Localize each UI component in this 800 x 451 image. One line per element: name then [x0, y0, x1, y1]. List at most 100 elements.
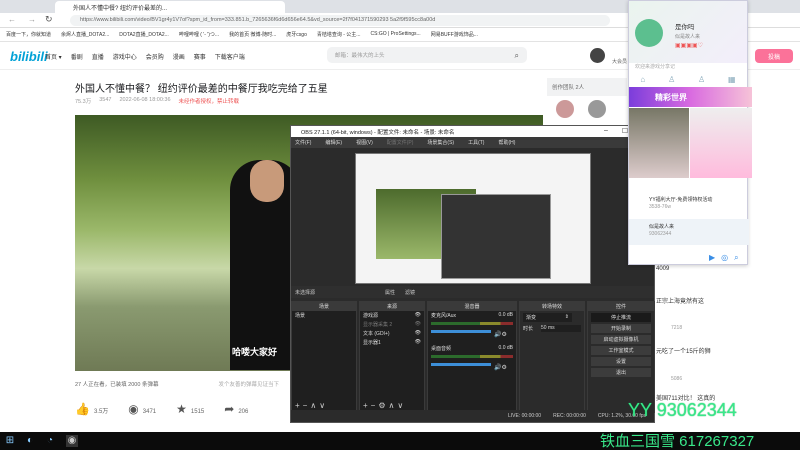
studio-mode-button[interactable]: 工作室模式: [591, 346, 651, 355]
exit-button[interactable]: 退出: [591, 368, 651, 377]
source-item[interactable]: 显示器1 👁: [360, 338, 424, 347]
danmaku-bar: 27 人正在看，已装填 2000 条弹幕 发个友善的弹幕见证当下: [75, 382, 279, 388]
bookmark[interactable]: DOTA2直播_DOTA2...: [119, 31, 169, 38]
avatar[interactable]: [590, 48, 605, 63]
reload-icon[interactable]: ↻: [45, 14, 53, 25]
url-input[interactable]: https://www.bilibili.com/video/BV1gr4y1V…: [70, 15, 610, 26]
nav-item[interactable]: 游戏中心: [113, 52, 137, 61]
thumbs-up-icon: 👍: [75, 402, 90, 416]
menu-item[interactable]: 文件(F): [295, 139, 311, 146]
creator-avatar[interactable]: [588, 100, 606, 118]
qq-nickname: 是你吗: [675, 24, 695, 31]
transition-select[interactable]: 渐变 ⇕: [523, 313, 572, 322]
menu-item[interactable]: 视图(V): [356, 139, 373, 146]
back-icon[interactable]: ←: [8, 15, 16, 24]
forward-icon[interactable]: →: [28, 15, 36, 24]
nav-item[interactable]: 首页 ▾: [45, 52, 62, 61]
publish-date: 2022-06-08 18:00:36: [119, 97, 171, 103]
speaker-icon[interactable]: 🔊⚙: [494, 332, 507, 338]
source-toolbar: 未选择源 属性 滤镜: [291, 286, 654, 298]
comment-text[interactable]: 正宗上海竟然有这: [656, 296, 704, 305]
audio-meter: [431, 322, 513, 325]
minimize-icon[interactable]: –: [604, 127, 608, 135]
properties-button[interactable]: 属性: [385, 290, 395, 296]
search-icon[interactable]: ⌕: [515, 51, 519, 61]
duration-input[interactable]: 50 ms: [541, 325, 581, 332]
qq-banner[interactable]: 精彩世界: [629, 87, 752, 107]
edge-icon[interactable]: ◐: [24, 435, 36, 447]
source-item[interactable]: 显示器采集 2 👁: [360, 320, 424, 329]
speaker-icon[interactable]: 🔊⚙: [494, 365, 507, 371]
home-icon[interactable]: ⌂: [640, 75, 645, 87]
menu-item[interactable]: 场景集合(S): [427, 139, 454, 146]
qq-feed-image[interactable]: [629, 108, 689, 178]
volume-slider[interactable]: [431, 330, 491, 333]
copyright-notice: 未经作者授权，禁止转载: [178, 99, 240, 105]
comment-text[interactable]: 元吃了一个15斤的狮: [656, 346, 711, 355]
nav-item[interactable]: 会员购: [146, 52, 164, 61]
qq-panel: 是你吗 似是故人来 ▣▣▣▣♡ 欢迎来游戏分享记 ⌂ ♙ ♙ ▦ 精彩世界 YY福利大…: [628, 0, 752, 265]
source-item[interactable]: 游戏源 👁: [360, 311, 424, 320]
favorite-button[interactable]: ★ 1515: [176, 402, 204, 416]
contact-icon[interactable]: ♙: [668, 75, 675, 87]
stop-streaming-button[interactable]: 停止推流: [591, 313, 651, 322]
menu-item[interactable]: 帮助(H): [498, 139, 515, 146]
nav-item[interactable]: 番剧: [71, 52, 83, 61]
creator-avatar[interactable]: [556, 100, 574, 118]
bookmark[interactable]: 我的首页 微博-随时...: [229, 31, 276, 38]
qq-taskbar-icon[interactable]: ◔: [44, 435, 56, 447]
browser-tab[interactable]: 外国人不懂中餐? 纽约评价最差的...: [55, 1, 285, 13]
scene-item[interactable]: 场景: [292, 311, 356, 320]
video-icon[interactable]: ▶: [709, 253, 715, 263]
search-input[interactable]: 邮箱：最伟大的上头 ⌕: [327, 47, 527, 63]
share-button[interactable]: ➦ 206: [224, 402, 248, 416]
bookmark[interactable]: 哔哩哔哩 ( '- ')つ...: [179, 31, 219, 38]
menu-item[interactable]: 配置文件(P): [387, 139, 414, 146]
upload-button[interactable]: 投稿: [755, 49, 793, 63]
qq-feed-title[interactable]: YY福利大厅-免费领特权活动: [649, 196, 712, 203]
nav-item[interactable]: 直播: [92, 52, 104, 61]
group-icon[interactable]: ♙: [698, 75, 705, 87]
qq-status-input[interactable]: 欢迎来游戏分享记: [635, 63, 675, 70]
sources-dock: 来源 游戏源 👁 显示器采集 2 👁 文本 (GDI+) 👁 显示器1 👁 +−⚙∧∨: [359, 301, 425, 413]
nav-item[interactable]: 漫画: [173, 52, 185, 61]
qq-signature[interactable]: 似是故人来: [675, 33, 700, 40]
eye-icon: 👁: [414, 321, 421, 327]
vip-label[interactable]: 大会员: [612, 58, 627, 65]
search-icon[interactable]: ⌕: [734, 253, 738, 263]
bookmark[interactable]: 百度一下，你就知道: [6, 31, 51, 38]
virtual-camera-button[interactable]: 启动虚拟摄像机: [591, 335, 651, 344]
obs-taskbar-icon[interactable]: ◉: [66, 435, 78, 447]
menu-item[interactable]: 编辑(E): [325, 139, 342, 146]
menu-item[interactable]: 工具(T): [468, 139, 484, 146]
apps-icon[interactable]: ▦: [728, 75, 736, 87]
nav-item[interactable]: 赛事: [194, 52, 206, 61]
qq-feed-card[interactable]: 似是故人来 93062344: [629, 219, 749, 245]
scene-controls[interactable]: +−∧∨: [295, 401, 328, 410]
view-count: 75.3万: [75, 99, 92, 105]
bookmark[interactable]: 青桔塔查询 - 公主...: [317, 31, 361, 38]
site-nav: 首页 ▾ 番剧 直播 游戏中心 会员购 漫画 赛事 下载客户端: [45, 52, 245, 61]
qq-avatar[interactable]: [635, 19, 663, 47]
windows-start-icon[interactable]: ⊞: [4, 435, 16, 447]
creator-team: 创作团队 2人: [547, 78, 627, 96]
start-recording-button[interactable]: 开始录制: [591, 324, 651, 333]
coin-button[interactable]: ◉ 3471: [128, 402, 156, 416]
like-button[interactable]: 👍 3.5万: [75, 402, 108, 416]
nav-item[interactable]: 下载客户端: [215, 52, 245, 61]
volume-slider[interactable]: [431, 363, 491, 366]
bilibili-logo[interactable]: bilibili: [10, 49, 48, 64]
bookmark[interactable]: 余烬人直播_DOTA2...: [61, 31, 109, 38]
bookmark[interactable]: 网易BUFF游戏饰品...: [431, 31, 478, 38]
bookmark[interactable]: 虎牙csgo: [286, 31, 307, 38]
settings-icon[interactable]: ◎: [721, 253, 728, 263]
settings-button[interactable]: 设置: [591, 357, 651, 366]
qq-feed-image[interactable]: [690, 108, 752, 178]
filters-button[interactable]: 滤镜: [405, 290, 415, 296]
audio-meter: [431, 355, 513, 358]
source-item[interactable]: 文本 (GDI+) 👁: [360, 329, 424, 338]
danmaku-input[interactable]: 发个友善的弹幕见证当下: [218, 382, 279, 388]
source-controls[interactable]: +−⚙∧∨: [363, 401, 406, 410]
obs-preview[interactable]: [355, 153, 591, 284]
bookmark[interactable]: CS:GO | ProSettings...: [370, 31, 420, 38]
